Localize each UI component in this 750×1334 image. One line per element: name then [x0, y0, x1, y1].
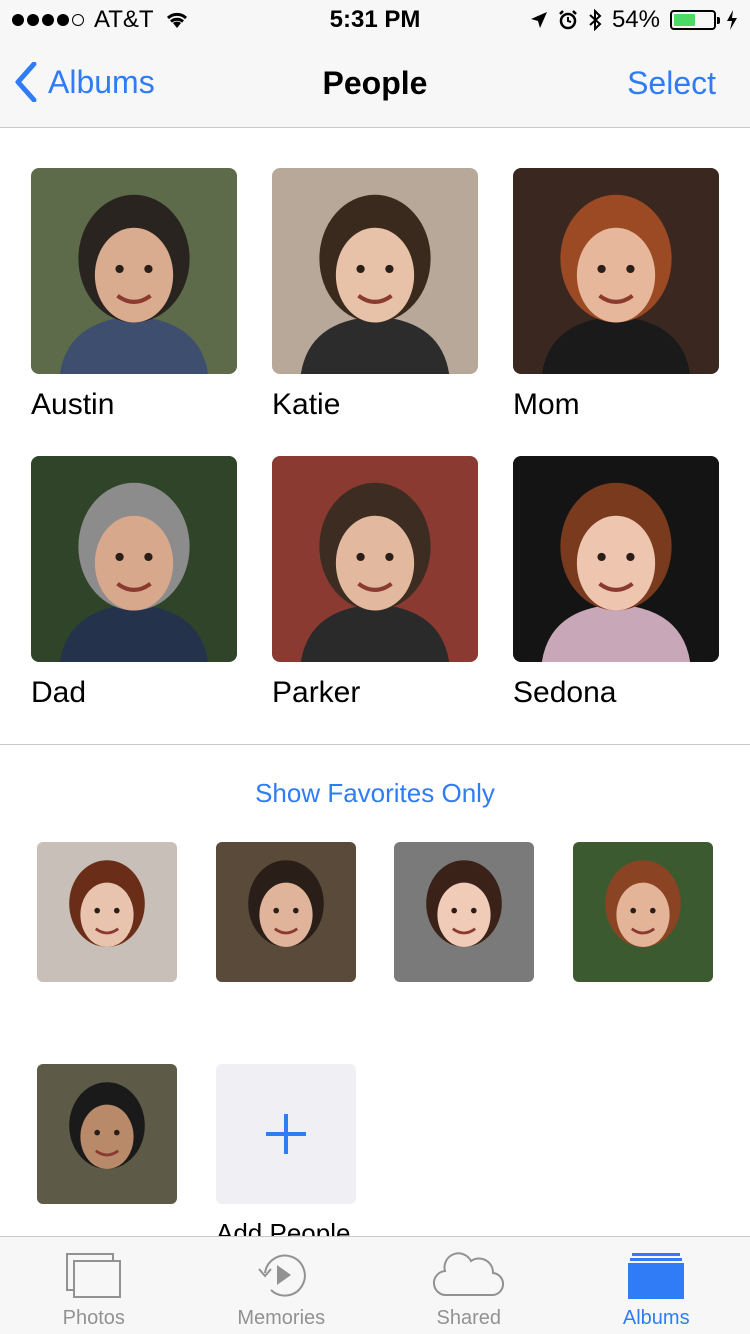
battery-icon	[670, 10, 720, 30]
add-people-button[interactable]	[216, 1064, 356, 1204]
navigation-bar: Albums People Select	[0, 40, 750, 128]
person-name: Dad	[31, 676, 87, 709]
alarm-icon	[559, 10, 577, 30]
cloud-icon	[432, 1252, 504, 1297]
person-tile[interactable]: Katie	[272, 168, 478, 422]
bluetooth-icon	[589, 9, 602, 31]
person-photo	[31, 456, 237, 662]
person-photo	[513, 168, 719, 374]
person-photo	[31, 168, 237, 374]
tab-photos[interactable]: Photos	[0, 1237, 188, 1334]
show-favorites-only-button[interactable]: Show Favorites Only	[0, 778, 750, 809]
person-tile[interactable]: Sedona	[513, 456, 719, 710]
location-arrow-icon	[530, 12, 547, 28]
albums-icon	[628, 1253, 685, 1299]
select-button[interactable]: Select	[627, 65, 716, 102]
unnamed-face-tile[interactable]	[37, 842, 177, 982]
unnamed-face-tile[interactable]	[37, 1064, 177, 1204]
person-name: Mom	[513, 388, 580, 421]
status-bar: AT&T 5:31 PM 54%	[0, 0, 750, 40]
person-photo	[272, 456, 478, 662]
tab-label: Photos	[62, 1307, 125, 1329]
tab-label: Shared	[436, 1307, 502, 1329]
battery-level	[674, 14, 695, 26]
tab-bar: Photos Memories Shared Albums	[0, 1236, 750, 1334]
plus-icon	[266, 1114, 306, 1154]
tab-shared[interactable]: Shared	[375, 1237, 563, 1334]
tab-memories[interactable]: Memories	[188, 1237, 376, 1334]
unnamed-face-tile[interactable]	[394, 842, 534, 982]
person-name: Parker	[272, 676, 361, 709]
section-divider	[0, 744, 750, 745]
person-tile[interactable]: Austin	[31, 168, 237, 422]
memories-icon	[258, 1254, 307, 1297]
person-name: Austin	[31, 388, 115, 421]
tab-label: Albums	[622, 1307, 690, 1329]
person-name: Katie	[272, 388, 341, 421]
tab-albums[interactable]: Albums	[563, 1237, 750, 1334]
charging-bolt-icon	[727, 10, 737, 30]
battery-percent: 54%	[611, 6, 660, 33]
person-photo	[272, 168, 478, 374]
person-tile[interactable]: Parker	[272, 456, 478, 710]
unnamed-face-tile[interactable]	[216, 842, 356, 982]
person-photo	[513, 456, 719, 662]
tab-label: Memories	[237, 1307, 326, 1329]
photos-icon	[65, 1253, 121, 1298]
person-name: Sedona	[513, 676, 617, 709]
person-tile[interactable]: Dad	[31, 456, 237, 710]
unnamed-face-tile[interactable]	[573, 842, 713, 982]
person-tile[interactable]: Mom	[513, 168, 719, 422]
